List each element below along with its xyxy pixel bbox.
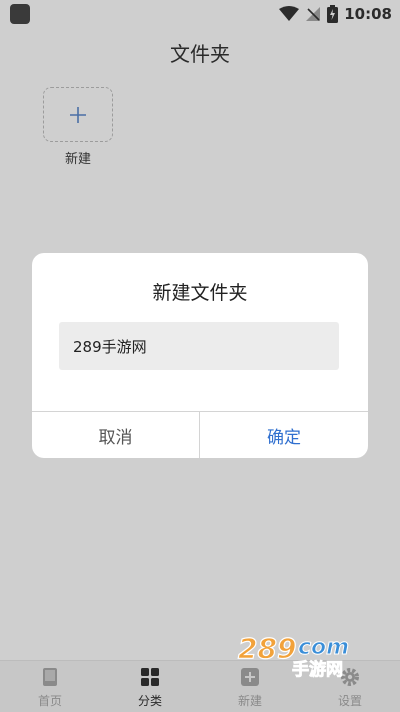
svg-text:289: 289	[238, 632, 296, 665]
watermark-logo: 289 com 手游网	[237, 631, 349, 678]
new-folder-tile[interactable]	[43, 87, 113, 142]
cancel-button[interactable]: 取消	[32, 412, 199, 458]
book-icon	[43, 668, 57, 686]
tab-settings-label: 设置	[337, 694, 362, 708]
tab-category[interactable]: 分类	[100, 661, 200, 712]
folder-name-value: 289手游网	[73, 337, 147, 356]
grid-icon	[141, 668, 159, 686]
dialog-title: 新建文件夹	[152, 282, 248, 304]
status-bar: 10:08	[0, 0, 400, 28]
svg-text:com: com	[298, 635, 349, 660]
confirm-button[interactable]: 确定	[200, 412, 368, 458]
new-folder-label: 新建	[64, 152, 91, 167]
tab-category-label: 分类	[137, 694, 162, 708]
folder-name-input[interactable]: 289手游网	[59, 322, 339, 370]
wifi-icon	[279, 6, 300, 21]
status-icons: 10:08	[279, 3, 392, 25]
tab-home-label: 首页	[37, 694, 62, 708]
tab-home[interactable]: 首页	[0, 661, 100, 712]
new-folder-dialog: 新建文件夹 289手游网 取消 确定	[32, 253, 368, 458]
plus-icon	[70, 106, 86, 123]
no-signal-icon	[306, 7, 321, 21]
page-title: 文件夹	[170, 42, 230, 66]
tab-new-label: 新建	[237, 694, 262, 708]
svg-text:手游网: 手游网	[292, 659, 343, 678]
clock: 10:08	[344, 5, 392, 23]
battery-charging-icon	[327, 5, 339, 23]
app-indicator-icon	[10, 4, 30, 24]
